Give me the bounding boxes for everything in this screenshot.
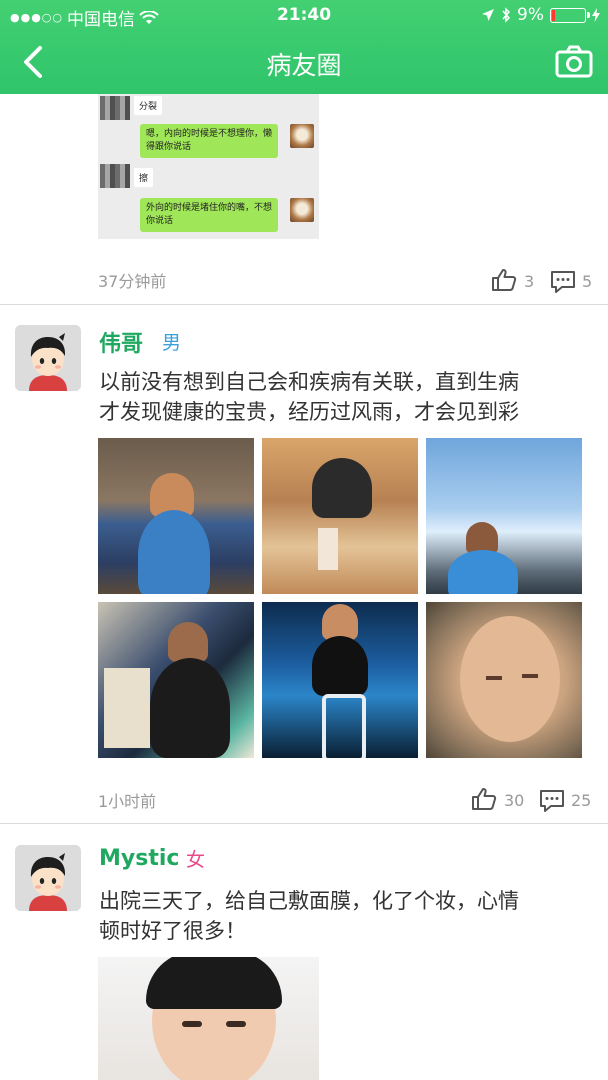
photo-eye	[522, 674, 538, 678]
thumbs-up-icon	[472, 788, 497, 810]
like-count: 3	[524, 272, 535, 291]
post-photo[interactable]	[98, 957, 319, 1080]
post-time: 1小时前	[98, 792, 157, 811]
avatar[interactable]	[15, 845, 81, 911]
nav-bar: 病友圈	[0, 30, 608, 94]
post-photo[interactable]	[262, 602, 418, 758]
like-button[interactable]	[491, 268, 517, 296]
post-text: 以前没有想到自己会和疾病有关联，直到生病 才发现健康的宝贵，经历过风雨，才会见到…	[99, 367, 579, 427]
cartoon-avatar-icon	[15, 845, 81, 911]
post-photo[interactable]	[426, 602, 582, 758]
camera-button[interactable]	[554, 42, 594, 82]
comment-count: 25	[571, 791, 592, 810]
post-text-line: 出院三天了，给自己敷面膜，化了个妆，心情	[99, 889, 519, 913]
photo-eye	[182, 1021, 202, 1027]
bluetooth-icon	[502, 7, 511, 23]
chat-avatar-blurred	[100, 164, 130, 188]
photo-eye	[486, 676, 502, 680]
photo-hair	[146, 957, 282, 1009]
photo-person	[312, 458, 372, 518]
thumbs-up-icon	[492, 269, 517, 291]
page-title: 病友圈	[266, 51, 342, 80]
post-divider	[0, 304, 608, 305]
post-text-line: 以前没有想到自己会和疾病有关联，直到生病	[99, 370, 519, 394]
author-name[interactable]: Mystic	[99, 846, 179, 871]
post-image-chat-screenshot[interactable]: 分裂 嗯，内向的时候是不想理你，懒得跟你说话 擦 外向的时候是堵住你的嘴，不想你…	[98, 94, 319, 239]
post-text-line: 才发现健康的宝贵，经历过风雨，才会见到彩	[99, 400, 519, 424]
post-time: 37分钟前	[98, 272, 167, 291]
post-text-line: 顿时好了很多！	[99, 919, 246, 943]
chat-avatar-pet	[290, 124, 314, 148]
cartoon-avatar-icon	[15, 325, 81, 391]
battery-icon	[550, 7, 590, 23]
charging-icon	[592, 8, 600, 22]
like-button[interactable]	[471, 787, 497, 815]
avatar[interactable]	[15, 325, 81, 391]
photo-eye	[226, 1021, 246, 1027]
photo-poster	[104, 668, 150, 748]
status-right: 9%	[481, 5, 600, 25]
chat-message: 擦	[134, 168, 154, 187]
photo-person-body	[150, 658, 230, 758]
photo-person-body	[138, 510, 210, 594]
chat-avatar-blurred	[100, 96, 130, 120]
post-photo[interactable]	[426, 438, 582, 594]
chat-message: 外向的时候是堵住你的嘴，不想你说话	[140, 198, 278, 232]
author-name[interactable]: 伟哥	[99, 326, 143, 358]
app-header: ●●●○○ 中国电信 21:40 9% 病友圈	[0, 0, 608, 94]
chat-message: 嗯，内向的时候是不想理你，懒得跟你说话	[140, 124, 278, 158]
comment-button[interactable]	[550, 270, 576, 298]
comment-icon	[540, 790, 564, 812]
location-icon	[482, 9, 495, 21]
post-divider	[0, 823, 608, 824]
post-photo[interactable]	[98, 438, 254, 594]
chat-avatar-pet	[290, 198, 314, 222]
photo-chair	[318, 528, 338, 570]
gender-label: 男	[162, 332, 182, 354]
post-photo[interactable]	[262, 438, 418, 594]
camera-icon	[555, 45, 593, 78]
photo-person-body	[448, 550, 518, 594]
comment-button[interactable]	[539, 789, 565, 817]
comment-icon	[551, 271, 575, 293]
photo-person-body	[312, 636, 368, 696]
photo-person	[168, 622, 208, 662]
status-bar: ●●●○○ 中国电信 21:40 9%	[0, 0, 608, 30]
comment-count: 5	[582, 272, 593, 291]
chat-message: 分裂	[134, 96, 163, 115]
photo-person	[322, 604, 358, 640]
battery-percent: 9%	[517, 5, 544, 25]
post-photo[interactable]	[98, 602, 254, 758]
like-count: 30	[504, 791, 525, 810]
photo-face	[460, 616, 560, 742]
photo-bike	[322, 694, 366, 758]
post-text: 出院三天了，给自己敷面膜，化了个妆，心情 顿时好了很多！	[99, 886, 579, 946]
gender-label: 女	[186, 849, 206, 871]
